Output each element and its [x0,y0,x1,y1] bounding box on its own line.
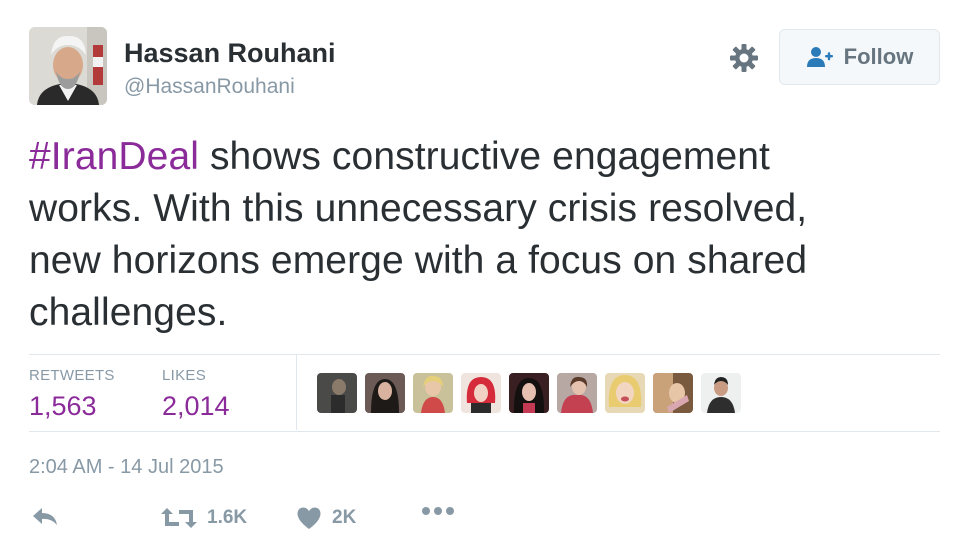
reply-icon [33,508,57,525]
liker-avatar[interactable] [317,373,357,413]
liker-avatar[interactable] [461,373,501,413]
gear-icon[interactable] [726,40,762,76]
tweet-timestamp[interactable]: 2:04 AM - 14 Jul 2015 [29,456,224,479]
retweets-count[interactable]: 1,563 [29,391,97,422]
tweet-line-3: new horizons emerge with a focus on shar… [29,239,808,282]
follow-button[interactable]: Follow [779,29,940,85]
liker-avatar[interactable] [509,373,549,413]
heart-icon [297,507,321,529]
follow-button-label: Follow [843,44,914,69]
liker-avatar[interactable] [557,373,597,413]
tweet-text: #IranDeal shows constructive engagement … [29,131,949,339]
more-options-button[interactable] [421,506,455,516]
more-dots-icon [422,507,454,515]
retweets-label: RETWEETS [29,367,115,384]
avatar[interactable] [29,27,107,105]
liker-avatar[interactable] [653,373,693,413]
stats-vertical-divider [296,355,297,430]
tweet-line-2: works. With this unnecessary crisis reso… [29,187,808,230]
tweet-line-1-text: shows constructive engagement [199,135,770,178]
retweet-action-count: 1.6K [207,507,248,528]
likes-label: LIKES [162,367,207,384]
like-action-count: 2K [332,507,357,528]
add-user-icon [806,47,833,67]
tweet-line-1: #IranDeal shows constructive engagement [29,131,949,183]
stats-top-divider [29,354,940,355]
liker-avatar[interactable] [605,373,645,413]
reply-button[interactable] [31,506,59,528]
display-name[interactable]: Hassan Rouhani [124,38,336,69]
stats-bottom-divider [29,431,940,432]
like-button[interactable]: 2K [296,506,356,530]
user-handle[interactable]: @HassanRouhani [124,75,295,99]
avatar-image [29,27,107,105]
liker-avatar[interactable] [413,373,453,413]
retweet-button[interactable]: 1.6K [161,506,247,530]
retweet-icon [161,508,197,528]
tweet-line-4: challenges. [29,291,228,334]
liker-avatar[interactable] [701,373,741,413]
liker-avatars [317,373,741,413]
likes-count[interactable]: 2,014 [162,391,230,422]
hashtag-link[interactable]: #IranDeal [29,135,199,178]
liker-avatar[interactable] [365,373,405,413]
